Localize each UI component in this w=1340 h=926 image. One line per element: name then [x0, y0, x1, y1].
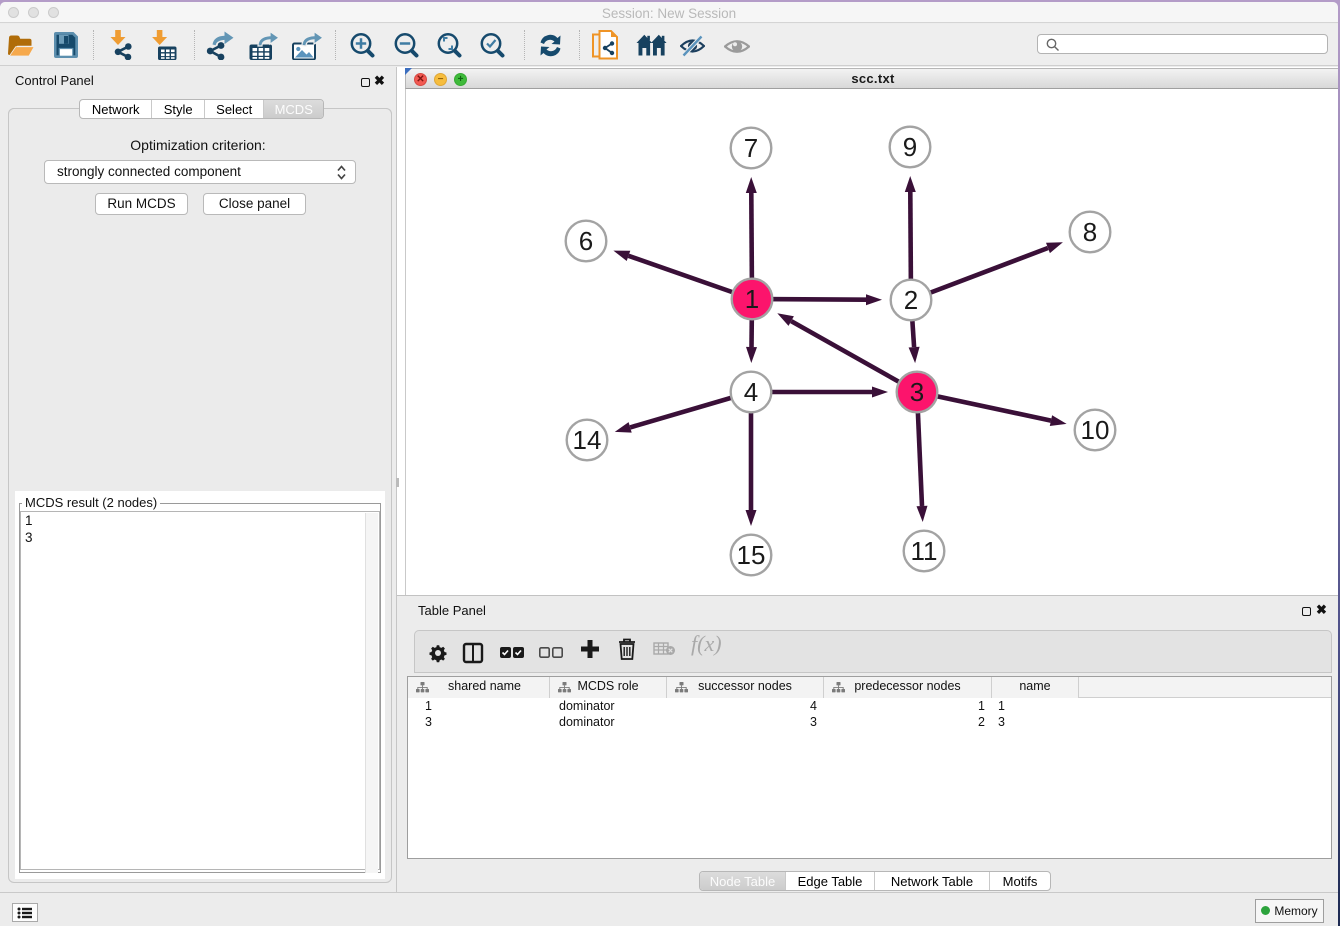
svg-text:9: 9	[903, 132, 917, 162]
svg-text:3: 3	[910, 377, 924, 407]
svg-text:10: 10	[1081, 415, 1110, 445]
svg-text:15: 15	[737, 540, 766, 570]
svg-text:4: 4	[744, 377, 758, 407]
svg-text:14: 14	[573, 425, 602, 455]
svg-text:11: 11	[911, 536, 938, 566]
svg-text:8: 8	[1083, 217, 1097, 247]
svg-text:2: 2	[904, 285, 918, 315]
svg-text:1: 1	[745, 284, 759, 314]
svg-text:7: 7	[744, 133, 758, 163]
svg-text:6: 6	[579, 226, 593, 256]
